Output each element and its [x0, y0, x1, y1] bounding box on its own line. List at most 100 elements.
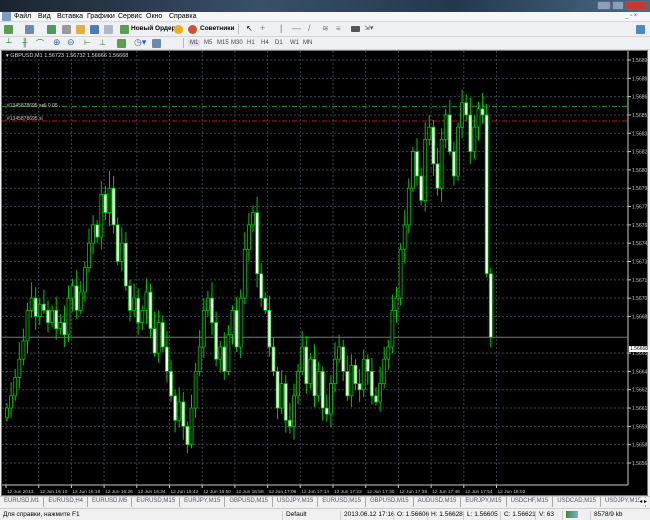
menu-tools[interactable]: Сервис — [118, 13, 142, 20]
data-window-icon[interactable] — [62, 25, 71, 34]
bear-candle — [124, 242, 128, 287]
timeframe-m1[interactable]: M1 — [188, 40, 201, 46]
zoom-in-icon[interactable]: ⊕ — [53, 37, 61, 48]
fibonacci-icon[interactable]: ≋ — [322, 24, 329, 33]
chart-tab[interactable]: USDCHF,M15 — [507, 497, 554, 507]
navigator-icon[interactable] — [76, 25, 85, 34]
label-tool-icon[interactable] — [351, 26, 360, 32]
bear-candle — [160, 322, 165, 348]
price-tick-label: 1.56715 — [632, 278, 647, 284]
bull-candle — [296, 371, 301, 397]
menu-help[interactable]: Справка — [169, 13, 196, 20]
timeframe-h4[interactable]: H4 — [261, 40, 269, 46]
bull-candle — [144, 291, 149, 311]
candlestick-chart: 1.56895 1.56880 1.56865 1.56850 1.56835 1.568… — [2, 51, 647, 495]
bull-candle — [140, 309, 145, 323]
new-chart-icon[interactable] — [4, 25, 13, 34]
time-tick-label: 12 Jun 17:54 — [465, 489, 493, 495]
line-chart-icon[interactable]: ⌒ — [36, 38, 44, 49]
bar-open: O: 1.56606 — [393, 511, 429, 520]
periods-icon[interactable]: ◷▾ — [134, 37, 146, 48]
timeframe-m15[interactable]: M15 — [217, 40, 229, 46]
chart-tab[interactable]: EURUSD,H4 — [44, 497, 89, 507]
chart-tab[interactable]: GBPUSD,M15 — [366, 497, 414, 507]
time-tick-label: 12 Jun 16:26 — [105, 489, 133, 495]
chart-tab[interactable]: GBPUSD,M15 — [225, 497, 273, 507]
standard-toolbar: Новый Ордер Советники ↖ + | — / ≋ ≡ ⇲▾ — [0, 22, 650, 37]
profiles-icon[interactable] — [25, 25, 34, 34]
terminal-icon[interactable] — [90, 25, 99, 34]
bear-candle — [214, 322, 219, 360]
templates-icon[interactable] — [152, 39, 161, 48]
tester-icon[interactable] — [104, 25, 113, 34]
price-tick-label: 1.56730 — [632, 260, 647, 266]
crosshair-tool-icon[interactable]: + — [260, 23, 265, 33]
chart-tab[interactable]: EURJPY,M15 — [180, 497, 226, 507]
timeframe-d1[interactable]: D1 — [275, 40, 283, 46]
bull-candle — [456, 126, 460, 177]
bull-candle — [99, 193, 104, 238]
bull-candle — [156, 322, 161, 354]
menu-file[interactable]: Файл — [14, 13, 31, 20]
chart-tab[interactable]: AUDUSD,M15 — [414, 497, 462, 507]
new-order-button[interactable]: Новый Ордер — [131, 25, 176, 32]
chart-tab[interactable]: USDJPY,M15 — [273, 497, 319, 507]
timeframe-w1[interactable]: W1 — [290, 40, 299, 46]
chart-shift-icon[interactable]: ⊥ — [99, 38, 106, 47]
vertical-line-icon[interactable]: | — [280, 23, 282, 33]
time-tick-label: 12 Jun 17:30 — [367, 489, 395, 495]
bear-candle — [312, 358, 317, 397]
metaeditor-icon[interactable] — [174, 25, 183, 34]
bar-high: H: 1.56628 — [427, 511, 463, 520]
horizontal-line-icon[interactable]: — — [292, 23, 301, 33]
community-icon[interactable] — [636, 25, 645, 34]
tab-scroll-arrows[interactable]: ◂ ▸ — [639, 498, 647, 505]
separator — [183, 38, 184, 48]
menu-insert[interactable]: Вставка — [57, 13, 83, 20]
price-tick-label: 1.56880 — [632, 76, 647, 82]
menu-window[interactable]: Окно — [146, 13, 162, 20]
chart-tab[interactable]: EURJPY,M15 — [461, 497, 507, 507]
bar-chart-icon[interactable]: ┴ — [6, 38, 12, 47]
bear-candle — [275, 371, 280, 409]
chart-tab[interactable]: EURUSD,M1 — [0, 497, 45, 507]
arrows-tool-icon[interactable]: ⇲▾ — [364, 24, 373, 32]
bear-candle — [419, 175, 424, 201]
bull-candle — [87, 242, 91, 269]
minimize-button[interactable] — [597, 1, 611, 10]
price-tick-label: 1.56850 — [632, 113, 647, 119]
candlestick-icon[interactable]: ╫ — [22, 38, 28, 47]
chart-tab[interactable]: EURUSD,M15 — [318, 497, 366, 507]
market-watch-icon[interactable] — [47, 25, 56, 34]
timeframe-m5[interactable]: M5 — [204, 40, 212, 46]
chart-tab[interactable]: USDCAD,M15 — [553, 497, 601, 507]
timeframe-h1[interactable]: H1 — [247, 40, 255, 46]
price-tick-label: 1.56610 — [632, 406, 647, 412]
bear-candle — [431, 126, 436, 165]
timeframe-mn[interactable]: MN — [303, 40, 312, 46]
mdi-controls[interactable]: _ ▫ × — [625, 13, 637, 19]
cursor-tool-icon[interactable]: ↖ — [246, 24, 253, 33]
time-tick-label: 12 Jun 18:02 — [498, 489, 526, 495]
menu-charts[interactable]: Графики — [87, 13, 115, 20]
price-chart[interactable]: 1.56895 1.56880 1.56865 1.56850 1.56835 1.568… — [1, 50, 650, 496]
menu-view[interactable]: Вид — [38, 13, 51, 20]
bear-candle — [173, 395, 178, 421]
bear-candle — [111, 187, 116, 226]
bull-candle — [337, 346, 342, 360]
trendline-icon[interactable]: / — [308, 23, 311, 33]
price-tick-label: 1.56565 — [632, 461, 647, 467]
close-button[interactable] — [625, 1, 647, 10]
bear-candle — [62, 322, 67, 336]
zoom-out-icon[interactable]: ⊖ — [67, 37, 75, 48]
timeframe-m30[interactable]: M30 — [231, 40, 243, 46]
maximize-button[interactable] — [612, 1, 624, 10]
autoscroll-icon[interactable]: ⊢ — [84, 38, 91, 47]
expert-advisors-button[interactable]: Советники — [200, 25, 234, 32]
text-tool-icon[interactable]: ≡ — [336, 24, 341, 33]
chart-tab[interactable]: EURUSD,M5 — [88, 497, 133, 507]
indicators-icon[interactable] — [117, 39, 126, 48]
price-tick-label: 1.56790 — [632, 186, 647, 192]
chart-header: ▾ GBPUSD,M1 1.56723 1.56732 1.56666 1.56… — [6, 53, 129, 59]
chart-tab[interactable]: EURUSD,M15 — [132, 497, 181, 507]
